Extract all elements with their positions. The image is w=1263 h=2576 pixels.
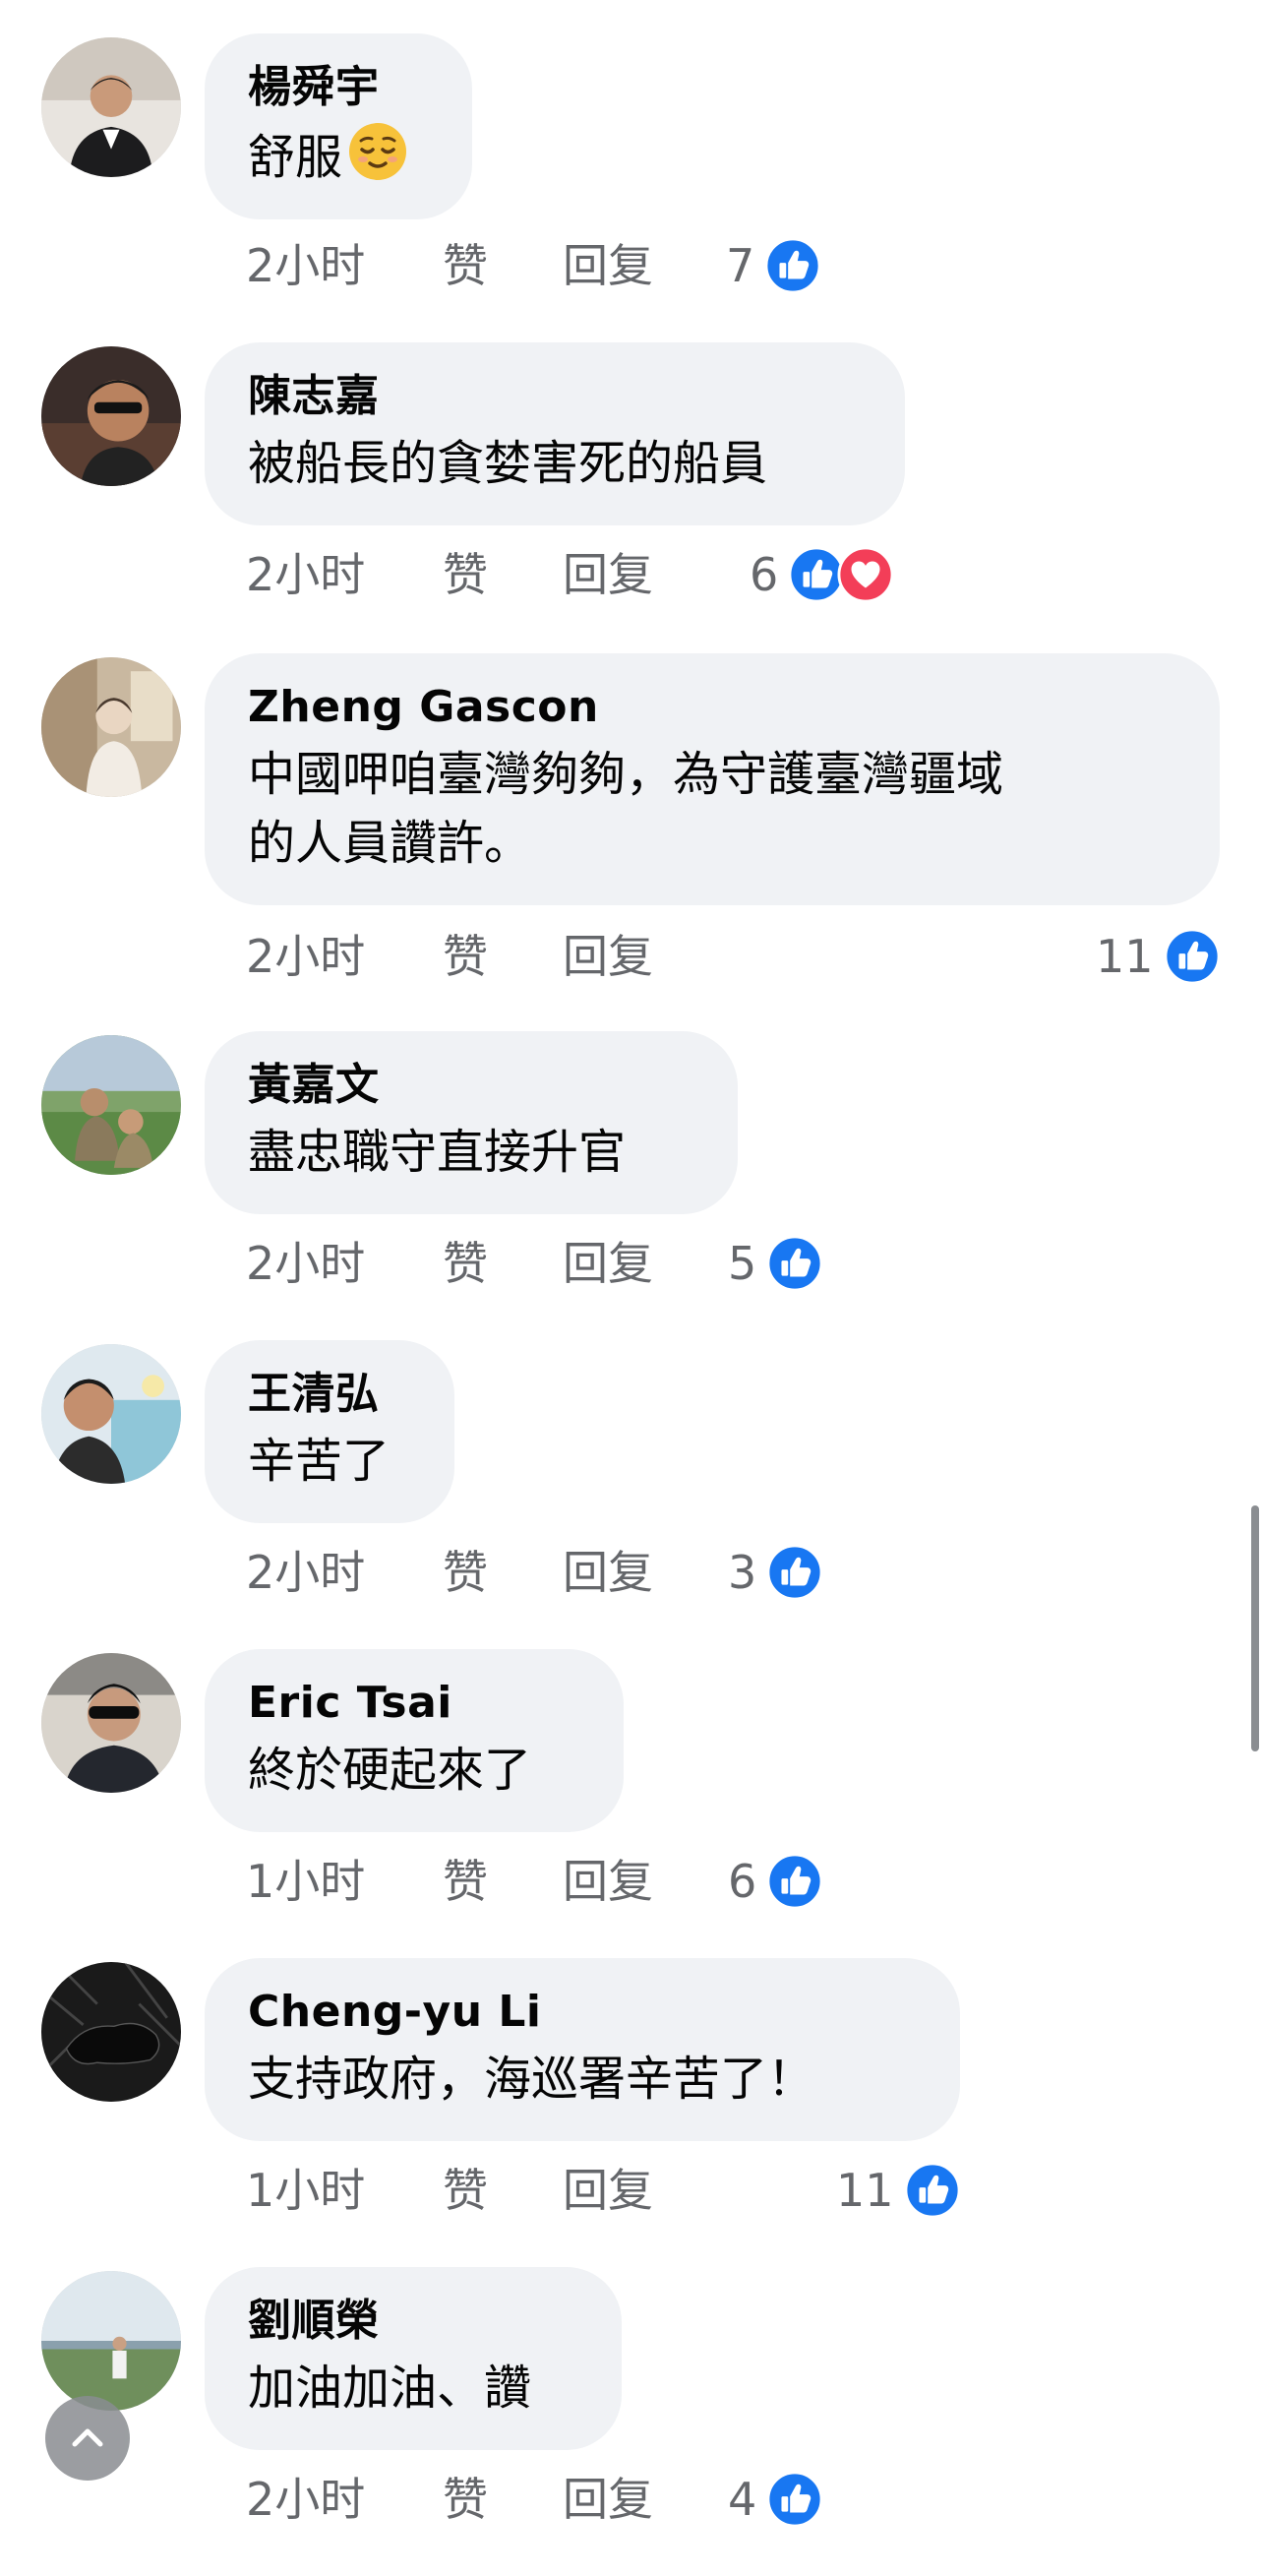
reaction-summary[interactable]: 11 xyxy=(1096,927,1221,986)
comment: Eric Tsai 終於硬起來了 1小时 赞 回复 6 xyxy=(0,1649,1263,1958)
like-button[interactable]: 赞 xyxy=(443,547,488,602)
avatar[interactable] xyxy=(41,37,181,177)
comment-author[interactable]: 劉順榮 xyxy=(248,2293,580,2350)
reaction-summary[interactable]: 11 xyxy=(836,2161,961,2220)
comment-timestamp[interactable]: 1小时 xyxy=(246,2163,365,2218)
like-button[interactable]: 赞 xyxy=(443,1545,488,1600)
like-reaction-icon xyxy=(766,1853,823,1910)
comment-timestamp[interactable]: 2小时 xyxy=(246,929,365,984)
like-reaction-icon xyxy=(766,2471,823,2528)
reaction-summary[interactable]: 4 xyxy=(728,2470,823,2529)
comment-text: 支持政府，海巡署辛苦了！ xyxy=(248,2052,815,2107)
reaction-count: 11 xyxy=(1096,930,1154,983)
comment-timestamp[interactable]: 2小时 xyxy=(246,547,365,602)
comment: 楊舜宇 舒服 2小时 赞 回复 7 xyxy=(0,33,1263,342)
reply-button[interactable]: 回复 xyxy=(563,2472,653,2527)
comment-timestamp[interactable]: 2小时 xyxy=(246,238,365,293)
reaction-count: 6 xyxy=(728,1855,757,1908)
comment-text: 加油加油、讚 xyxy=(248,2361,532,2416)
like-reaction-icon xyxy=(766,1544,823,1601)
reaction-count: 4 xyxy=(728,2473,757,2526)
comment-timestamp[interactable]: 1小时 xyxy=(246,1854,365,1909)
comment-author[interactable]: Cheng-yu Li xyxy=(248,1984,919,2041)
reaction-count: 3 xyxy=(728,1546,757,1599)
reaction-summary[interactable]: 5 xyxy=(728,1234,823,1293)
avatar[interactable] xyxy=(41,1344,181,1484)
avatar[interactable] xyxy=(41,1962,181,2102)
comment-author[interactable]: 楊舜宇 xyxy=(248,59,431,116)
reply-button[interactable]: 回复 xyxy=(563,1854,653,1909)
reaction-count: 11 xyxy=(836,2164,894,2217)
like-button[interactable]: 赞 xyxy=(443,929,488,984)
reply-button[interactable]: 回复 xyxy=(563,2163,653,2218)
like-button[interactable]: 赞 xyxy=(443,1854,488,1909)
comment-author[interactable]: 王清弘 xyxy=(248,1366,413,1423)
chevron-up-icon xyxy=(72,2428,103,2447)
reply-button[interactable]: 回复 xyxy=(563,1545,653,1600)
like-button[interactable]: 赞 xyxy=(443,238,488,293)
comment-bubble: Cheng-yu Li 支持政府，海巡署辛苦了！ xyxy=(205,1958,960,2141)
comment: 王清弘 辛苦了 2小时 赞 回复 3 xyxy=(0,1340,1263,1649)
avatar[interactable] xyxy=(41,346,181,486)
reply-button[interactable]: 回复 xyxy=(563,238,653,293)
comment: Zheng Gascon 中國呷咱臺灣夠夠，為守護臺灣疆域 的人員讚許。 2小时… xyxy=(0,653,1263,962)
comment-text: 盡忠職守直接升官 xyxy=(248,1125,627,1180)
comment-bubble: Eric Tsai 終於硬起來了 xyxy=(205,1649,624,1832)
comment-timestamp[interactable]: 2小时 xyxy=(246,1545,365,1600)
comment-bubble: 楊舜宇 舒服 xyxy=(205,33,472,219)
comment-bubble: 劉順榮 加油加油、讚 xyxy=(205,2267,622,2450)
reaction-count: 5 xyxy=(728,1237,757,1290)
comment-bubble: 王清弘 辛苦了 xyxy=(205,1340,454,1523)
scroll-to-top-button[interactable] xyxy=(45,2396,130,2481)
comment-timestamp[interactable]: 2小时 xyxy=(246,2472,365,2527)
reaction-summary[interactable]: 3 xyxy=(728,1543,823,1602)
comment-text: 終於硬起來了 xyxy=(248,1743,532,1798)
avatar[interactable] xyxy=(41,1653,181,1793)
like-reaction-icon xyxy=(766,1235,823,1292)
comment-text-line-2: 的人員讚許。 xyxy=(248,816,532,871)
avatar[interactable] xyxy=(41,657,181,797)
like-reaction-icon xyxy=(764,237,821,294)
comment: 陳志嘉 被船長的貪婪害死的船員 2小时 赞 回复 6 xyxy=(0,342,1263,651)
like-reaction-icon xyxy=(1164,928,1221,985)
relieved-face-icon xyxy=(349,123,407,180)
like-reaction-icon xyxy=(904,2162,961,2219)
reaction-count: 6 xyxy=(750,548,779,601)
comment: Cheng-yu Li 支持政府，海巡署辛苦了！ 1小时 赞 回复 11 xyxy=(0,1958,1263,2267)
reaction-summary[interactable]: 6 xyxy=(750,545,894,604)
comment-bubble: 黃嘉文 盡忠職守直接升官 xyxy=(205,1031,738,1214)
like-button[interactable]: 赞 xyxy=(443,2472,488,2527)
comment-bubble: 陳志嘉 被船長的貪婪害死的船員 xyxy=(205,342,905,525)
comment-timestamp[interactable]: 2小时 xyxy=(246,1236,365,1291)
reaction-summary[interactable]: 6 xyxy=(728,1852,823,1911)
comment-text: 舒服 xyxy=(248,130,343,185)
scrollbar[interactable] xyxy=(1251,1505,1259,1751)
reply-button[interactable]: 回复 xyxy=(563,547,653,602)
comment-text: 辛苦了 xyxy=(248,1434,391,1489)
reply-button[interactable]: 回复 xyxy=(563,1236,653,1291)
avatar[interactable] xyxy=(41,2271,181,2411)
comment-author[interactable]: 黃嘉文 xyxy=(248,1057,696,1114)
comment: 黃嘉文 盡忠職守直接升官 2小时 赞 回复 5 xyxy=(0,1031,1263,1340)
comment: 劉順榮 加油加油、讚 2小时 赞 回复 4 xyxy=(0,2267,1263,2576)
comment-text: 被船長的貪婪害死的船員 xyxy=(248,436,768,491)
reaction-summary[interactable]: 7 xyxy=(726,236,821,295)
reply-button[interactable]: 回复 xyxy=(563,929,653,984)
comment-author[interactable]: Eric Tsai xyxy=(248,1675,582,1732)
like-button[interactable]: 赞 xyxy=(443,1236,488,1291)
comment-bubble: Zheng Gascon 中國呷咱臺灣夠夠，為守護臺灣疆域 的人員讚許。 xyxy=(205,653,1220,905)
comment-author[interactable]: Zheng Gascon xyxy=(248,679,1178,736)
comment-author[interactable]: 陳志嘉 xyxy=(248,368,864,425)
comment-text: 中國呷咱臺灣夠夠，為守護臺灣疆域 xyxy=(248,747,1004,802)
reaction-count: 7 xyxy=(726,239,755,292)
like-button[interactable]: 赞 xyxy=(443,2163,488,2218)
love-reaction-icon xyxy=(837,546,894,603)
avatar[interactable] xyxy=(41,1035,181,1175)
